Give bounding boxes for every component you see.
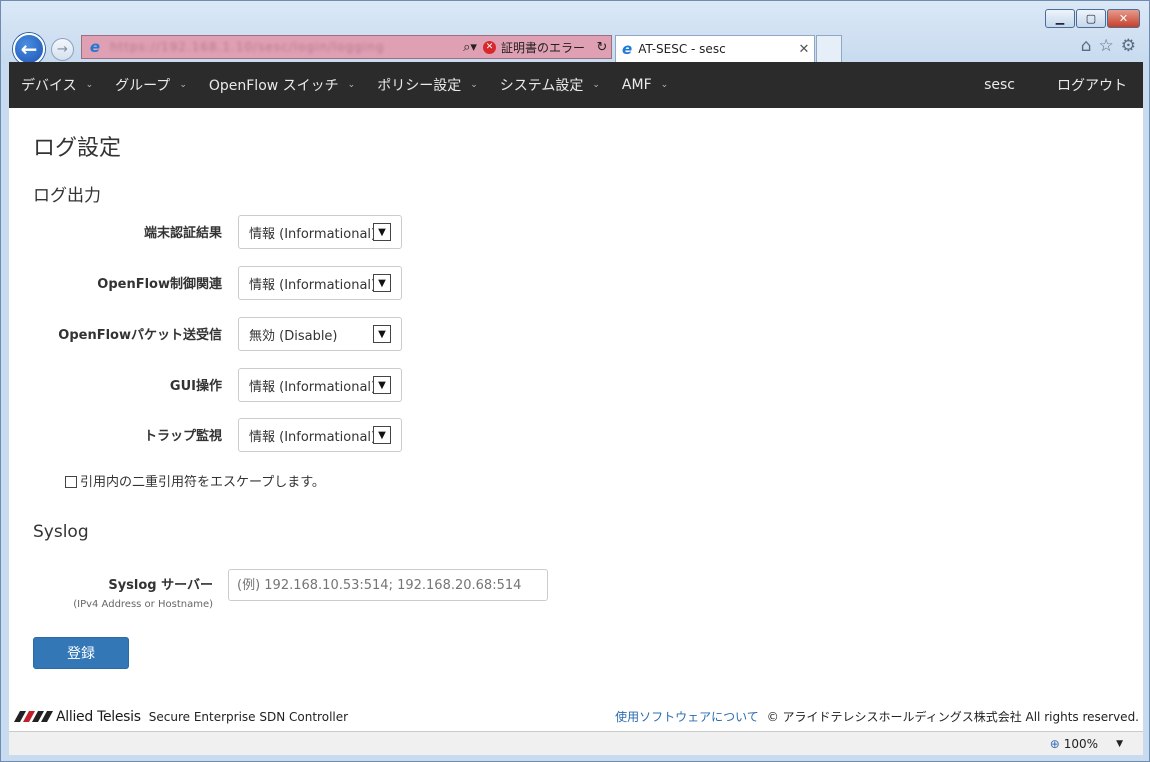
nav-item-label: AMF xyxy=(621,77,652,93)
form-row-gui-operation: GUI操作 情報 (Informational) ▼ xyxy=(9,368,609,402)
form-row-terminal-auth: 端末認証結果 情報 (Informational) ▼ xyxy=(9,215,609,249)
address-bar[interactable]: e https://192.168.1.10/sesc/login/loggin… xyxy=(81,35,612,59)
logout-link[interactable]: ログアウト xyxy=(1057,62,1143,108)
level-select-terminal-auth[interactable]: 情報 (Informational) ▼ xyxy=(238,215,402,249)
page-viewport: デバイス ⌄ グループ ⌄ OpenFlow スイッチ ⌄ ポリシー設定 ⌄ システム設… xyxy=(9,62,1143,731)
forward-button[interactable]: → xyxy=(51,38,74,61)
nav-item-openflow-switch[interactable]: OpenFlow スイッチ ⌄ xyxy=(197,62,365,108)
level-select-openflow-control[interactable]: 情報 (Informational) ▼ xyxy=(238,266,402,300)
logo-text: Allied Telesis xyxy=(56,708,141,725)
nav-item-system[interactable]: システム設定 ⌄ xyxy=(488,62,610,108)
ie-logo-icon: e xyxy=(622,40,633,58)
chevron-down-icon[interactable]: ▼ xyxy=(373,274,391,292)
tab-title: AT-SESC - sesc xyxy=(638,42,726,56)
nav-item-label: OpenFlow スイッチ xyxy=(208,78,339,94)
nav-item-policy[interactable]: ポリシー設定 ⌄ xyxy=(365,62,488,108)
nav-item-label: ポリシー設定 xyxy=(377,78,462,94)
browser-window: ▁ ▢ ✕ ← → e https://192.168.1.10/sesc/lo… xyxy=(0,0,1150,762)
close-window-button[interactable]: ✕ xyxy=(1107,9,1140,28)
chevron-down-icon: ⌄ xyxy=(179,80,187,90)
browser-tab[interactable]: e AT-SESC - sesc ✕ xyxy=(615,35,815,62)
minimize-button[interactable]: ▁ xyxy=(1045,9,1075,28)
software-info-link[interactable]: 使用ソフトウェアについて xyxy=(615,708,759,725)
window-controls: ▁ ▢ ✕ xyxy=(1045,9,1140,28)
field-label: トラップ監視 xyxy=(143,429,222,444)
log-output-section-title: ログ出力 xyxy=(33,186,101,206)
select-value: 情報 (Informational) xyxy=(249,429,373,445)
syslog-server-hint: (IPv4 Address or Hostname) xyxy=(73,599,213,610)
ie-logo-icon: e xyxy=(89,38,101,56)
page-content: ログ設定 ログ出力 xyxy=(9,130,1143,206)
level-select-openflow-packet[interactable]: 無効 (Disable) ▼ xyxy=(238,317,402,351)
syslog-server-label: Syslog サーバー xyxy=(108,578,213,593)
arrow-right-icon: → xyxy=(57,42,68,57)
field-label: GUI操作 xyxy=(169,379,222,394)
chevron-down-icon: ⌄ xyxy=(470,80,478,90)
submit-button[interactable]: 登録 xyxy=(33,637,129,669)
cert-error-icon[interactable]: ✕ xyxy=(482,40,496,54)
close-tab-icon[interactable]: ✕ xyxy=(794,42,814,57)
escape-quotes-option: 引用内の二重引用符をエスケープします。 xyxy=(65,471,325,490)
escape-quotes-label[interactable]: 引用内の二重引用符をエスケープします。 xyxy=(80,471,325,490)
select-value: 情報 (Informational) xyxy=(249,379,373,395)
zoom-icon: ⊕ xyxy=(1049,736,1060,751)
chevron-down-icon: ⌄ xyxy=(85,80,94,90)
zoom-level[interactable]: 100% xyxy=(1064,737,1098,751)
nav-item-label: デバイス xyxy=(21,78,77,94)
allied-telesis-logo: Allied Telesis xyxy=(14,709,141,725)
star-icon[interactable]: ☆ xyxy=(1099,36,1114,56)
level-select-gui-operation[interactable]: 情報 (Informational) ▼ xyxy=(238,368,402,402)
search-icon[interactable]: ⌕▾ xyxy=(457,40,483,55)
chevron-down-icon[interactable]: ▼ xyxy=(1116,739,1123,749)
nav-item-label: システム設定 xyxy=(499,78,584,94)
new-tab-button[interactable] xyxy=(816,35,842,62)
chevron-down-icon[interactable]: ▼ xyxy=(373,376,391,394)
select-value: 情報 (Informational) xyxy=(249,277,373,293)
field-label: 端末認証結果 xyxy=(143,226,222,241)
cert-error-label[interactable]: 証明書のエラー xyxy=(501,39,585,56)
nav-item-amf[interactable]: AMF ⌄ xyxy=(610,62,678,108)
maximize-button[interactable]: ▢ xyxy=(1076,9,1106,28)
top-navbar: デバイス ⌄ グループ ⌄ OpenFlow スイッチ ⌄ ポリシー設定 ⌄ システム設… xyxy=(9,62,1143,108)
nav-item-label: グループ xyxy=(115,78,171,94)
refresh-icon[interactable]: ↻ xyxy=(593,40,611,55)
form-row-openflow-packet: OpenFlowパケット送受信 無効 (Disable) ▼ xyxy=(9,317,609,351)
form-row-openflow-control: OpenFlow制御関連 情報 (Informational) ▼ xyxy=(9,266,609,300)
browser-tools: ⌂ ☆ ⚙ xyxy=(1081,36,1136,56)
chevron-down-icon: ⌄ xyxy=(660,80,669,90)
syslog-server-input[interactable] xyxy=(228,569,548,601)
status-bar: ⊕ 100% ▼ xyxy=(9,731,1143,755)
home-icon[interactable]: ⌂ xyxy=(1081,36,1092,56)
page-title: ログ設定 xyxy=(33,136,122,161)
product-name: Secure Enterprise SDN Controller xyxy=(148,709,349,724)
select-value: 無効 (Disable) xyxy=(249,328,338,344)
select-value: 情報 (Informational) xyxy=(249,226,373,242)
nav-user[interactable]: sesc xyxy=(984,62,1057,108)
page-footer: Allied Telesis Secure Enterprise SDN Con… xyxy=(9,702,1143,731)
nav-item-devices[interactable]: デバイス ⌄ xyxy=(9,62,103,108)
nav-item-groups[interactable]: グループ ⌄ xyxy=(103,62,197,108)
back-button[interactable]: ← xyxy=(13,33,45,65)
level-select-trap-monitor[interactable]: 情報 (Informational) ▼ xyxy=(238,418,402,452)
chevron-down-icon[interactable]: ▼ xyxy=(373,325,391,343)
chevron-down-icon: ⌄ xyxy=(347,80,356,90)
escape-quotes-checkbox[interactable] xyxy=(65,476,77,488)
gear-icon[interactable]: ⚙ xyxy=(1121,36,1136,56)
form-row-trap-monitor: トラップ監視 情報 (Informational) ▼ xyxy=(9,418,609,452)
copyright: © アライドテレシスホールディングス株式会社 All rights reserv… xyxy=(766,710,1139,724)
field-label: OpenFlowパケット送受信 xyxy=(58,328,222,343)
field-label: OpenFlow制御関連 xyxy=(97,277,222,292)
address-url[interactable]: https://192.168.1.10/sesc/login/logging xyxy=(110,40,457,54)
chevron-down-icon[interactable]: ▼ xyxy=(373,223,391,241)
chevron-down-icon[interactable]: ▼ xyxy=(373,426,391,444)
allied-telesis-logo-mark xyxy=(14,711,53,722)
syslog-section-title: Syslog xyxy=(33,522,89,542)
chevron-down-icon: ⌄ xyxy=(592,80,600,90)
arrow-left-icon: ← xyxy=(20,37,38,61)
